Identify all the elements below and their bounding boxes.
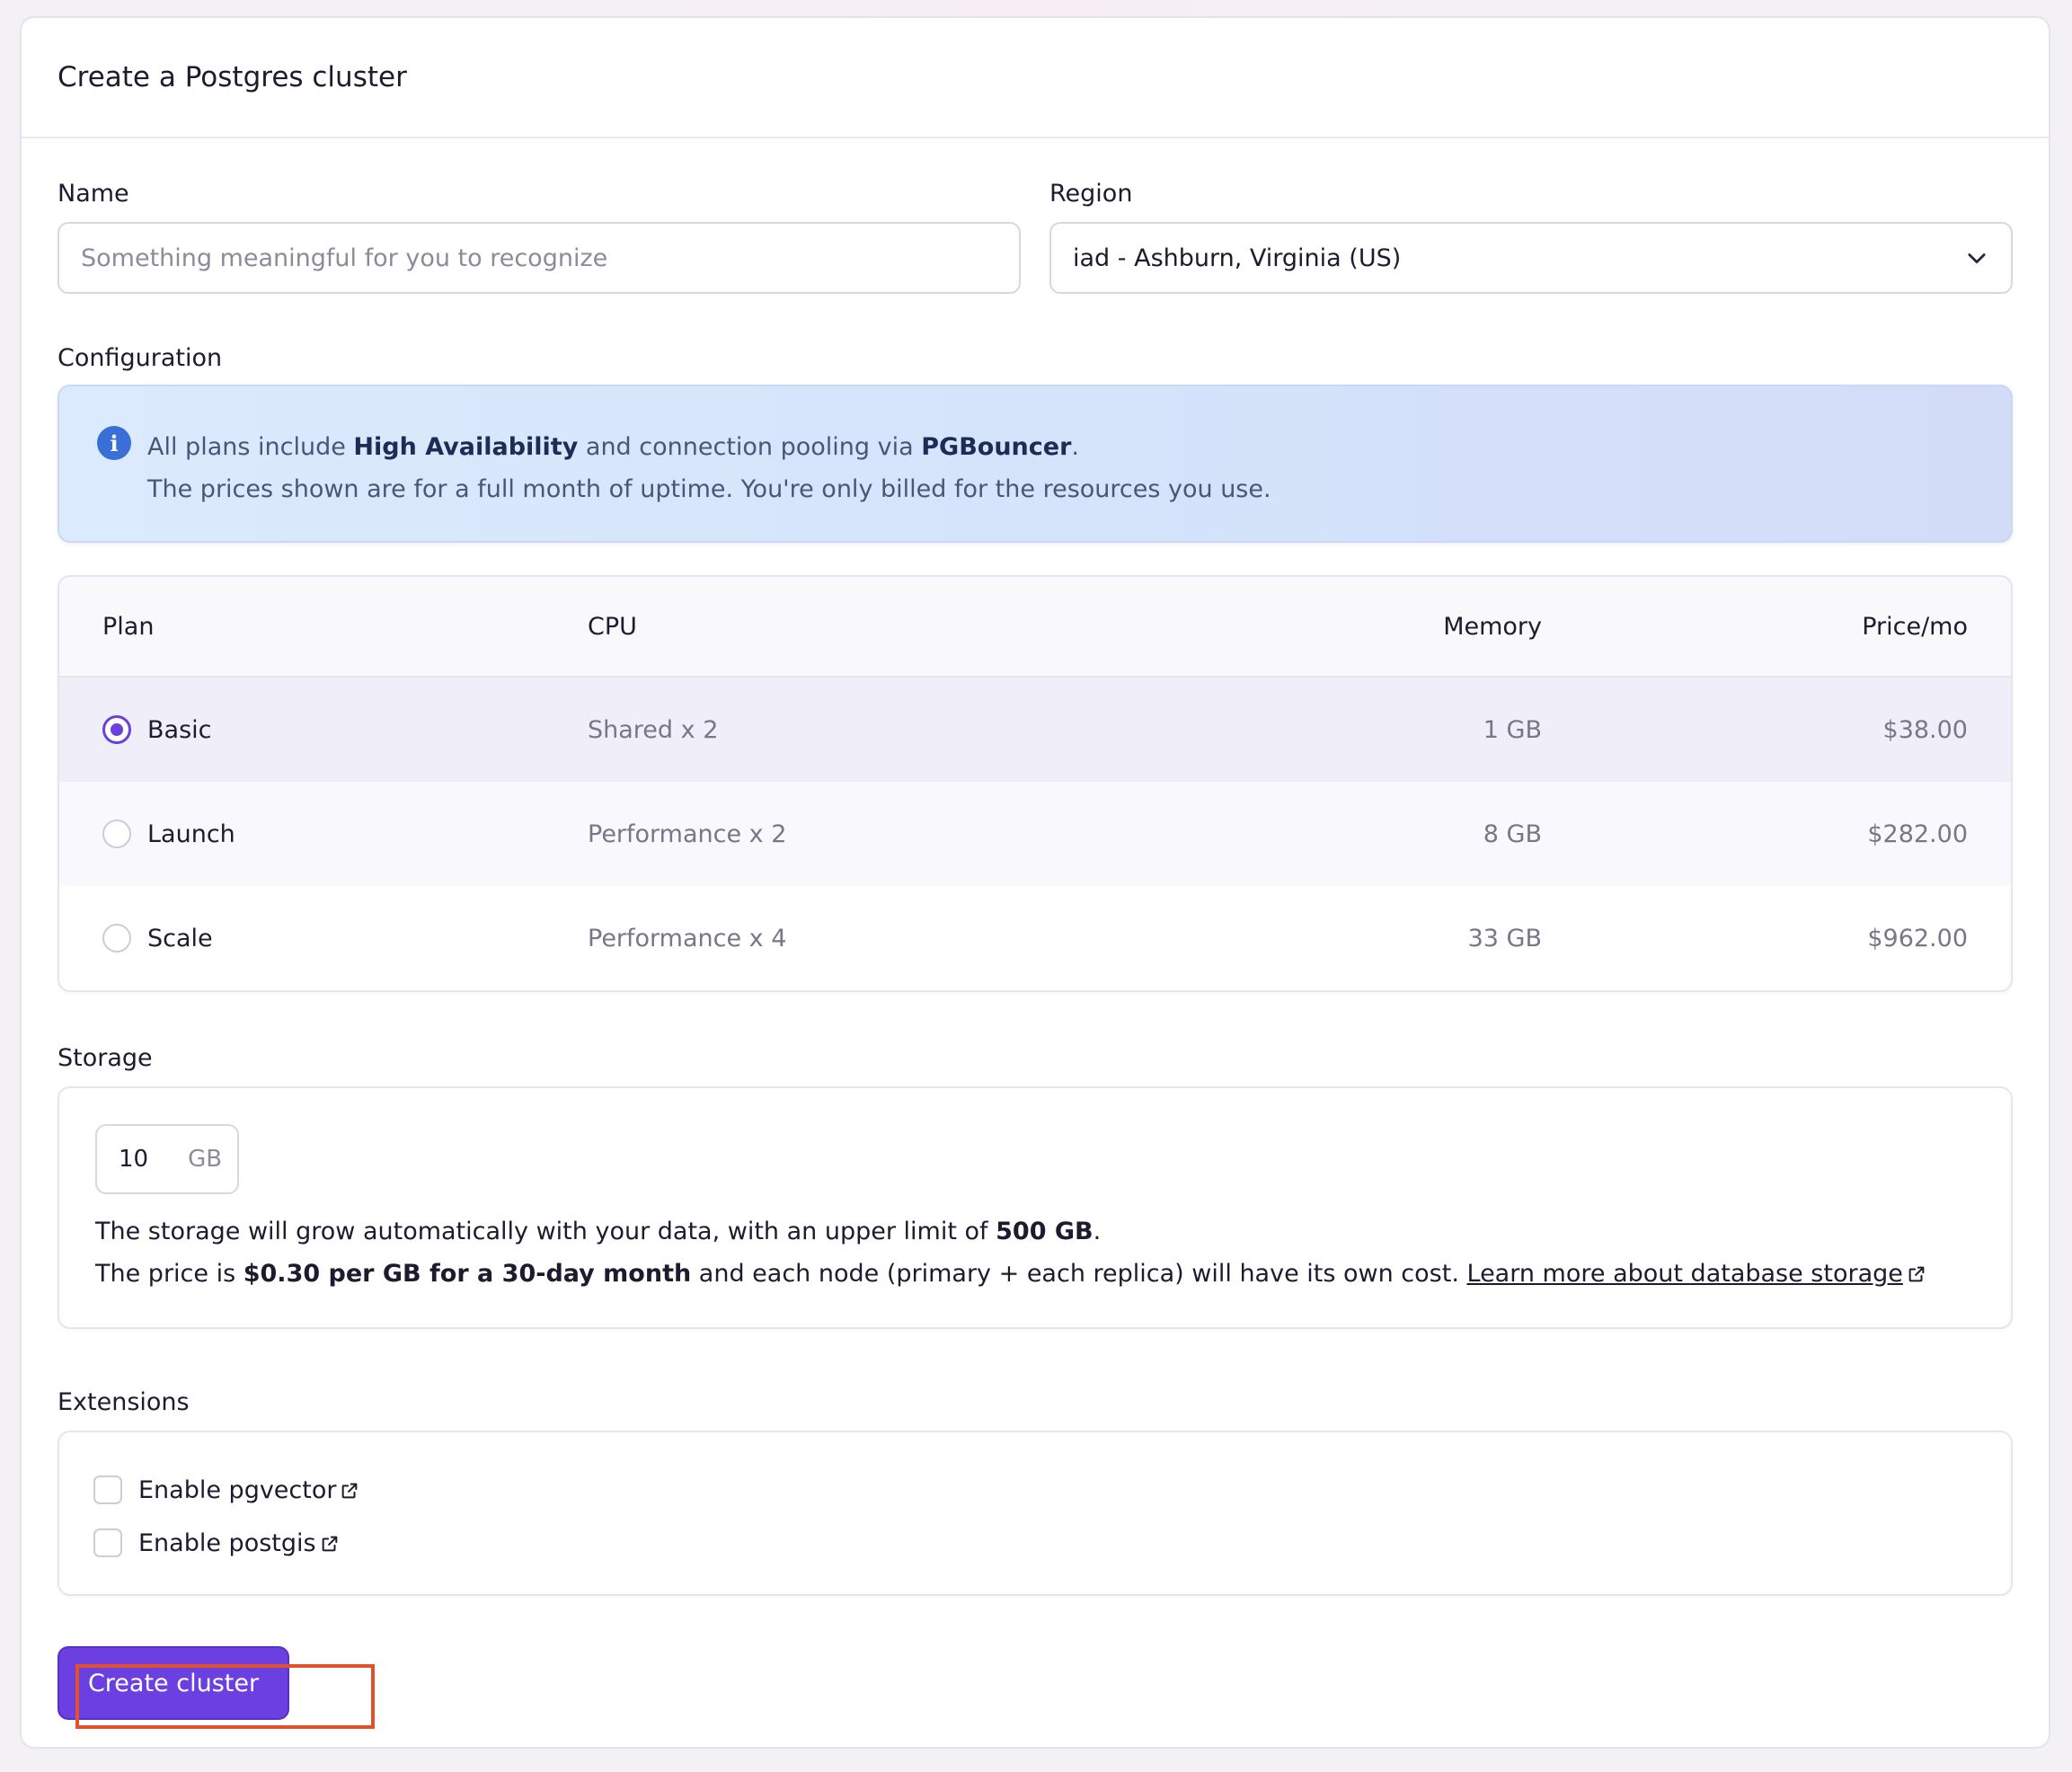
storage-line-2-prefix: The price is xyxy=(95,1260,244,1288)
card-header: Create a Postgres cluster xyxy=(22,18,2049,138)
info-ha: High Availability xyxy=(353,433,579,461)
name-label: Name xyxy=(58,180,129,208)
plan-price: $282.00 xyxy=(1867,820,1968,848)
pgvector-label-text: Enable pgvector xyxy=(138,1475,337,1504)
region-field: Region iad - Ashburn, Virginia (US) xyxy=(1049,180,2013,294)
plan-memory: 1 GB xyxy=(1483,715,1542,744)
pgvector-checkbox[interactable] xyxy=(93,1475,122,1504)
info-pgbouncer: PGBouncer xyxy=(921,433,1072,461)
plan-table-header: Plan CPU Memory Price/mo xyxy=(59,577,2011,678)
header-cpu: CPU xyxy=(588,612,637,641)
storage-price: $0.30 per GB for a 30-day month xyxy=(243,1260,692,1288)
external-link-icon[interactable] xyxy=(340,1481,359,1501)
plan-radio-scale[interactable] xyxy=(102,924,131,952)
storage-line-1-end: . xyxy=(1093,1218,1102,1245)
create-cluster-card: Create a Postgres cluster Name Something… xyxy=(20,16,2050,1749)
plan-name: Launch xyxy=(147,820,235,848)
pgvector-label: Enable pgvector xyxy=(138,1476,359,1504)
extensions-label: Extensions xyxy=(58,1388,190,1416)
storage-limit: 500 GB xyxy=(996,1218,1094,1245)
card-body: Name Something meaningful for you to rec… xyxy=(22,180,2049,1729)
plan-table: Plan CPU Memory Price/mo Basic Shared x … xyxy=(58,575,2013,992)
info-line-1: All plans include High Availability and … xyxy=(147,426,1271,468)
name-input-placeholder: Something meaningful for you to recogniz… xyxy=(81,244,608,272)
plan-radio-launch[interactable] xyxy=(102,820,131,848)
extensions-card: Enable pgvector Enable postgis xyxy=(58,1431,2013,1596)
storage-line-2: The price is $0.30 per GB for a 30-day m… xyxy=(95,1253,1975,1295)
plan-name: Basic xyxy=(147,715,212,744)
plan-cpu: Shared x 2 xyxy=(588,715,719,744)
chevron-down-icon xyxy=(1968,253,1986,264)
storage-label: Storage xyxy=(58,1044,153,1072)
plan-cpu: Performance x 2 xyxy=(588,820,787,848)
storage-line-1-prefix: The storage will grow automatically with… xyxy=(95,1218,996,1245)
plan-price: $38.00 xyxy=(1882,715,1968,744)
plan-row-scale[interactable]: Scale Performance x 4 33 GB $962.00 xyxy=(59,886,2011,990)
storage-size-value: 10 xyxy=(119,1146,149,1173)
plan-price: $962.00 xyxy=(1867,924,1968,952)
plan-name-cell: Launch xyxy=(102,820,588,848)
storage-size-input[interactable]: 10 GB xyxy=(95,1124,239,1194)
header-plan: Plan xyxy=(102,612,155,641)
storage-line-2-middle: and each node (primary + each replica) w… xyxy=(691,1260,1467,1288)
info-middle: and connection pooling via xyxy=(578,433,922,461)
header-price: Price/mo xyxy=(1862,612,1968,641)
extension-pgvector[interactable]: Enable pgvector xyxy=(93,1472,1975,1508)
plan-cpu: Performance x 4 xyxy=(588,924,787,952)
create-cluster-button[interactable]: Create cluster xyxy=(58,1646,289,1720)
name-field: Name Something meaningful for you to rec… xyxy=(58,180,1021,294)
external-link-icon xyxy=(1908,1266,1925,1282)
info-icon: i xyxy=(97,426,131,460)
postgis-label: Enable postgis xyxy=(138,1529,340,1557)
info-line-2: The prices shown are for a full month of… xyxy=(147,475,1271,503)
storage-size-unit: GB xyxy=(188,1146,223,1173)
postgis-label-text: Enable postgis xyxy=(138,1528,316,1557)
external-link-icon[interactable] xyxy=(320,1534,340,1554)
plan-name-cell: Scale xyxy=(102,924,588,952)
plan-name-cell: Basic xyxy=(102,715,588,744)
region-label: Region xyxy=(1049,180,1133,208)
storage-docs-link[interactable]: Learn more about database storage xyxy=(1467,1260,1926,1288)
info-end: . xyxy=(1071,433,1079,461)
info-banner: i All plans include High Availability an… xyxy=(58,385,2013,543)
storage-card: 10 GB The storage will grow automaticall… xyxy=(58,1086,2013,1329)
plan-memory: 33 GB xyxy=(1467,924,1542,952)
storage-description: The storage will grow automatically with… xyxy=(95,1210,1975,1295)
region-select-value: iad - Ashburn, Virginia (US) xyxy=(1073,244,1402,272)
region-select[interactable]: iad - Ashburn, Virginia (US) xyxy=(1049,222,2013,294)
name-input[interactable]: Something meaningful for you to recogniz… xyxy=(58,222,1021,294)
plan-row-basic[interactable]: Basic Shared x 2 1 GB $38.00 xyxy=(59,678,2011,782)
info-text: All plans include High Availability and … xyxy=(147,426,1271,541)
plan-row-launch[interactable]: Launch Performance x 2 8 GB $282.00 xyxy=(59,782,2011,886)
extension-postgis[interactable]: Enable postgis xyxy=(93,1525,1975,1561)
storage-line-1: The storage will grow automatically with… xyxy=(95,1210,1975,1253)
plan-memory: 8 GB xyxy=(1483,820,1542,848)
configuration-label: Configuration xyxy=(58,344,223,372)
postgis-checkbox[interactable] xyxy=(93,1528,122,1557)
header-memory: Memory xyxy=(1443,612,1542,641)
page-title: Create a Postgres cluster xyxy=(58,61,407,93)
plan-name: Scale xyxy=(147,924,213,952)
storage-docs-link-label: Learn more about database storage xyxy=(1466,1260,1903,1288)
plan-radio-basic[interactable] xyxy=(102,715,131,744)
name-region-row: Name Something meaningful for you to rec… xyxy=(58,180,2013,294)
info-prefix: All plans include xyxy=(147,433,354,461)
